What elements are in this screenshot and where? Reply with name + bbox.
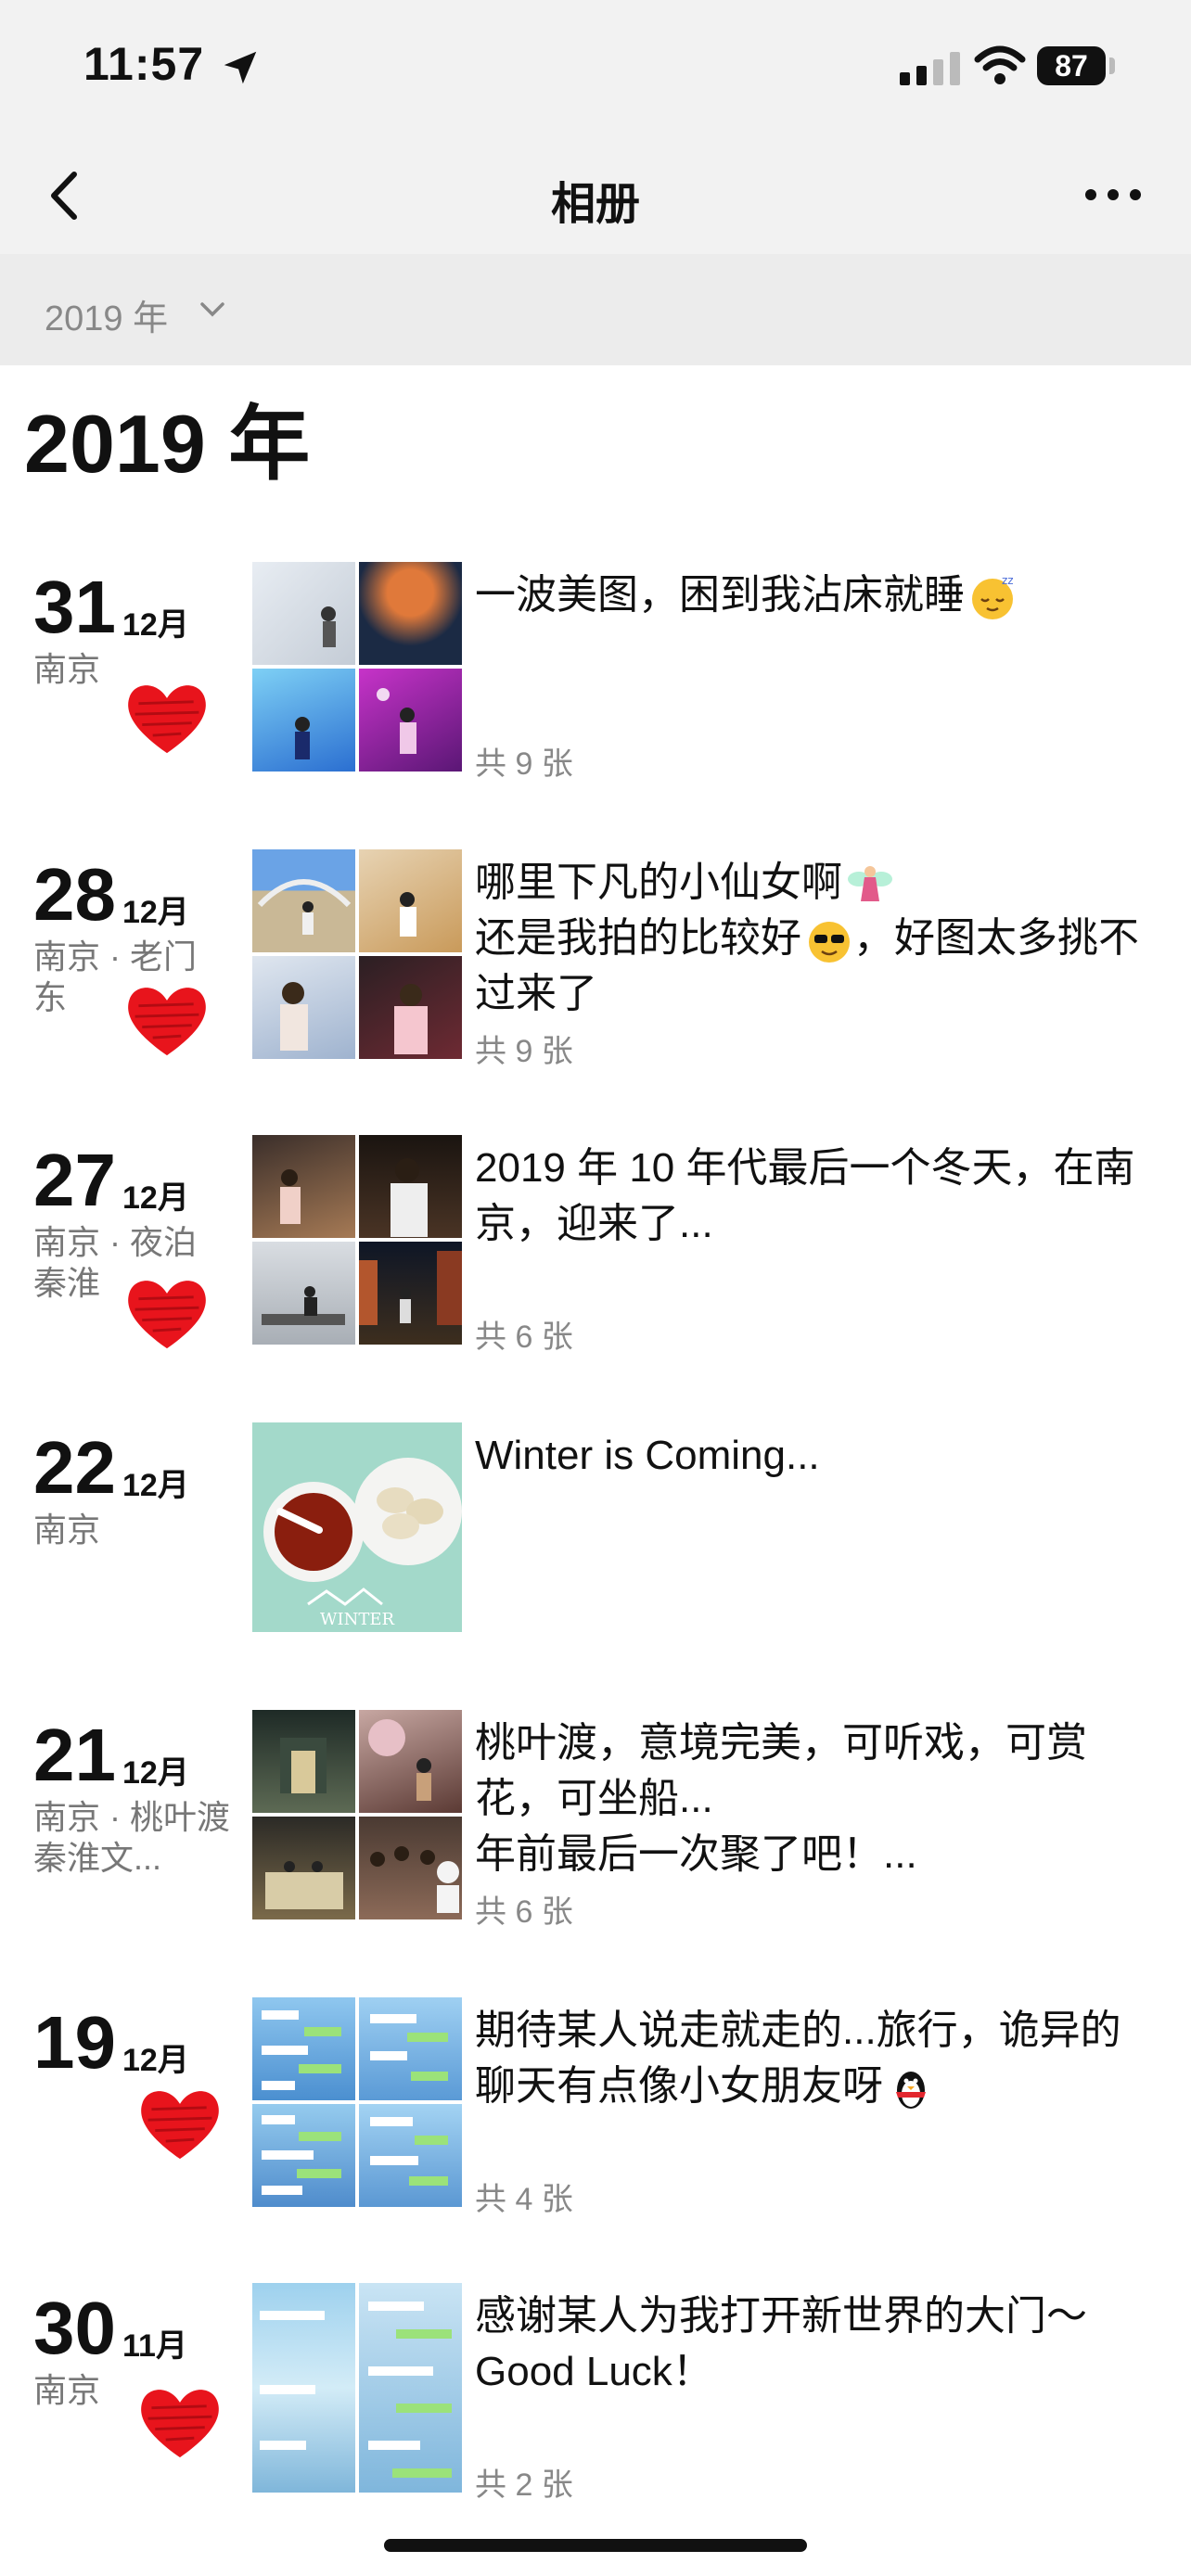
post-day: 28 [33,853,116,936]
heart-doodle-icon [141,2390,219,2458]
post-caption: 桃叶渡，意境完美，可听戏，可赏花，可坐船... 年前最后一次聚了吧！... [475,1720,1087,1877]
photo-thumbnail[interactable] [359,1242,462,1345]
post-caption: 哪里下凡的小仙女啊 还是我拍的比较好 ，好图太多挑不过来了 [475,860,1139,1016]
post-month: 12月 [122,1468,189,1503]
photo-thumbnail[interactable] [252,1817,355,1919]
post-day: 22 [33,1426,116,1509]
photo-thumbnail[interactable] [359,956,462,1059]
post-caption: 2019 年 10 年代最后一个冬天，在南京，迎来了... [475,1145,1135,1246]
chevron-down-icon[interactable] [198,300,226,319]
photo-thumbnail[interactable] [252,2104,355,2207]
photo-grid[interactable] [252,1135,462,1345]
status-bar: 11:57 87 [0,0,1191,139]
photo-count: 共 6 张 [475,1894,573,1930]
heart-doodle-icon [128,988,206,1056]
photo-thumbnail[interactable] [252,1135,355,1238]
photo-count: 共 9 张 [475,746,573,782]
photo-count: 共 6 张 [475,1320,573,1355]
post-caption: Winter is Coming... [475,1433,820,1478]
status-time: 11:57 [83,38,205,90]
post-caption: 一波美图，困到我沾床就睡 zz [475,567,1161,623]
post-location: 南京 · 桃叶渡秦淮文... [33,1798,230,1877]
photo-thumbnail[interactable] [359,1710,462,1813]
battery-tip [1109,57,1115,74]
post-day: 27 [33,1139,116,1221]
post-day: 21 [33,1714,116,1796]
post-month: 12月 [122,895,189,930]
photo-thumbnail[interactable] [359,2283,462,2493]
photo-grid[interactable] [252,1997,462,2207]
fairy-emoji-icon [848,866,892,902]
post-month: 12月 [122,607,189,643]
post-day: 19 [33,2001,116,2084]
post-caption: 感谢某人为我打开新世界的大门～Good Luck！ [475,2293,1087,2394]
photo-thumbnail[interactable] [359,2104,462,2207]
year-filter-bar[interactable]: 2019 年 [0,254,1191,365]
photo-thumbnail[interactable] [252,956,355,1059]
photo-thumbnail[interactable] [252,1242,355,1345]
more-options-icon[interactable] [1076,167,1150,223]
heart-doodle-icon [141,2091,219,2160]
sleepy-face-emoji-icon: zz [972,574,1014,620]
photo-thumbnail[interactable] [359,849,462,952]
page-title: 相册 [550,180,640,229]
photo-thumbnail[interactable] [359,562,462,665]
post-month: 12月 [122,2043,189,2078]
photo-thumbnail[interactable] [252,1710,355,1813]
photo-thumbnail[interactable] [252,2283,355,2493]
photo-grid[interactable]: WINTER [252,1422,462,1632]
photo-thumbnail[interactable] [359,1817,462,1919]
photo-count: 共 2 张 [475,2468,573,2503]
year-heading: 2019 年 [24,398,311,490]
photo-grid[interactable] [252,1710,462,1919]
penguin-emoji-icon [896,2072,926,2110]
heart-doodle-icon [128,1281,206,1349]
photo-thumbnail[interactable] [252,562,355,665]
year-filter-label[interactable]: 2019 年 [45,289,168,340]
post-month: 12月 [122,1180,189,1216]
home-indicator[interactable] [384,2539,807,2552]
svg-text:zz: zz [1002,574,1014,587]
photo-count: 共 4 张 [475,2182,573,2217]
sunglasses-face-emoji-icon [809,922,850,963]
battery-indicator: 87 [1037,46,1106,85]
photo-grid[interactable] [252,562,462,772]
photo-thumbnail[interactable] [359,1997,462,2100]
photo-thumbnail[interactable] [359,669,462,772]
photo-thumbnail[interactable] [359,1135,462,1238]
post-month: 12月 [122,1755,189,1791]
post-location: 南京 [33,1511,101,1549]
post-day: 31 [33,566,116,648]
photo-count: 共 9 张 [475,1034,573,1069]
photo-grid[interactable] [252,2283,462,2493]
photo-grid[interactable] [252,849,462,1059]
cellular-signal-icon [900,52,960,85]
heart-doodle-icon [128,685,206,754]
post-day: 30 [33,2287,116,2369]
wifi-icon [974,45,1026,84]
thumbnail-winter-label: WINTER [320,1610,395,1629]
location-arrow-icon [224,51,257,84]
post-caption: 期待某人说走就走的...旅行，诡异的聊天有点像小女朋友呀 [475,2003,1161,2114]
photo-thumbnail[interactable]: WINTER [252,1422,462,1632]
photo-thumbnail[interactable] [252,1997,355,2100]
navigation-bar: 相册 [0,139,1191,255]
photo-thumbnail[interactable] [252,669,355,772]
photo-thumbnail[interactable] [252,849,355,952]
post-month: 11月 [122,2328,187,2364]
